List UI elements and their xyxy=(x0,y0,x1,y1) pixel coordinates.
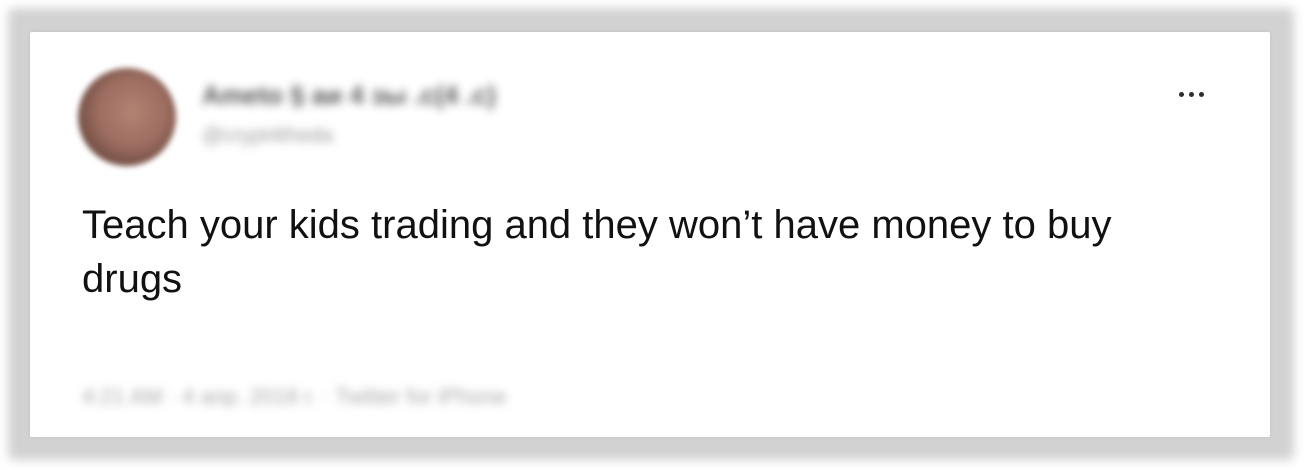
tweet-timestamp-source[interactable]: 4:21 AM · 4 апр. 2018 г. · Twitter for i… xyxy=(82,384,506,410)
more-dot xyxy=(1188,91,1194,97)
author-display-name[interactable]: Ameto § aи 4 зы .с(4 .с) xyxy=(202,80,496,111)
more-dot xyxy=(1178,91,1184,97)
author-handle[interactable]: @crypt4theda xyxy=(202,124,333,148)
tweet-card: Ameto § aи 4 зы .с(4 .с) @crypt4theda Te… xyxy=(30,32,1270,437)
more-horizontal-icon[interactable] xyxy=(1170,76,1212,112)
avatar[interactable] xyxy=(78,68,176,166)
more-dot xyxy=(1198,91,1204,97)
tweet-text: Teach your kids trading and they won’t h… xyxy=(82,203,1112,301)
